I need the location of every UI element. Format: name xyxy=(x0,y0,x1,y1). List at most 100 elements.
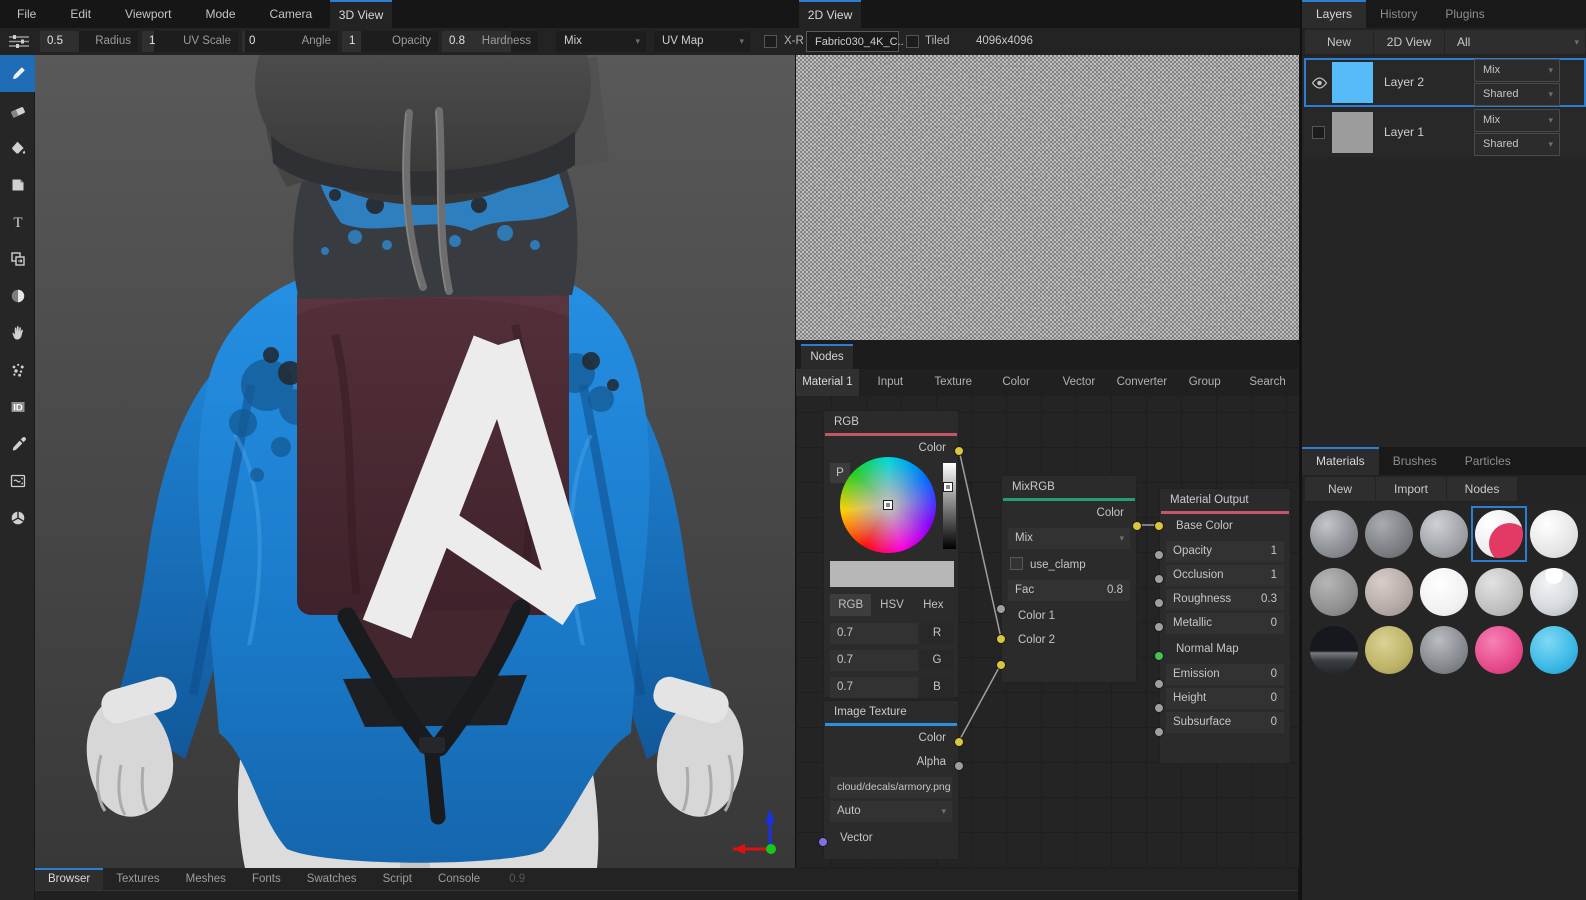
menu-edit[interactable]: Edit xyxy=(53,0,108,28)
tab-swatches[interactable]: Swatches xyxy=(294,868,370,890)
material-sphere-11[interactable] xyxy=(1308,624,1360,676)
output-opacity-socket[interactable] xyxy=(1154,550,1164,560)
picker-tool-button[interactable] xyxy=(0,425,35,462)
output-roughness-socket[interactable] xyxy=(1154,598,1164,608)
material-nodes-button[interactable]: Nodes xyxy=(1447,477,1517,501)
layer-row-2[interactable]: Layer 2 Mix▾ Shared▾ xyxy=(1304,58,1586,107)
channel-g-row[interactable]: 0.7G xyxy=(830,650,954,671)
radius-slider[interactable]: 0.5 Radius xyxy=(40,31,138,52)
node-mixrgb[interactable]: MixRGB Color Mix▾ use_clamp Fac0.8 Color… xyxy=(1001,475,1137,683)
tab-plugins[interactable]: Plugins xyxy=(1431,0,1498,28)
particle-tool-button[interactable] xyxy=(0,351,35,388)
channel-r-row[interactable]: 0.7R xyxy=(830,623,954,644)
material-sphere-13[interactable] xyxy=(1418,624,1470,676)
material-sphere-6[interactable] xyxy=(1308,566,1360,618)
node-material-output[interactable]: Material Output Base Color Opacity1 Occl… xyxy=(1159,488,1291,764)
uv-map-dropdown[interactable]: UV Map▾ xyxy=(654,31,750,52)
blend-mode-dropdown[interactable]: Mix▾ xyxy=(556,31,646,52)
node-cat-input[interactable]: Input xyxy=(859,369,922,396)
image-interpolation-dropdown[interactable]: Auto▾ xyxy=(830,801,952,822)
node-cat-material[interactable]: Material 1 xyxy=(796,369,859,396)
tiled-checkbox[interactable] xyxy=(906,35,919,48)
texture-name-field[interactable]: Fabric030_4K_C.. xyxy=(806,31,899,52)
node-cat-group[interactable]: Group xyxy=(1173,369,1236,396)
mode-hsv[interactable]: HSV xyxy=(871,594,912,616)
brush-tool-button[interactable] xyxy=(0,55,35,92)
eraser-tool-button[interactable] xyxy=(0,92,35,129)
mix-color-output-socket[interactable] xyxy=(1132,521,1142,531)
material-sphere-12[interactable] xyxy=(1363,624,1415,676)
tab-console[interactable]: Console xyxy=(425,868,493,890)
output-opacity-row[interactable]: Opacity1 xyxy=(1166,541,1284,562)
layer-1-name[interactable]: Layer 1 xyxy=(1384,108,1424,157)
mix-clamp-row[interactable]: use_clamp xyxy=(1002,553,1136,577)
menu-camera[interactable]: Camera xyxy=(253,0,330,28)
eye-icon[interactable] xyxy=(1311,77,1328,89)
gizmo-tool-button[interactable] xyxy=(0,499,35,536)
image-alpha-output-socket[interactable] xyxy=(954,761,964,771)
tab-brushes[interactable]: Brushes xyxy=(1379,447,1451,475)
mode-rgb[interactable]: RGB xyxy=(830,594,871,616)
tab-3d-view[interactable]: 3D View xyxy=(330,0,392,28)
viewport-2d[interactable] xyxy=(795,55,1298,340)
mix-fac-field[interactable]: Fac0.8 xyxy=(1008,580,1130,601)
layer-2-blend-dropdown[interactable]: Mix▾ xyxy=(1474,59,1560,82)
output-metallic-socket[interactable] xyxy=(1154,622,1164,632)
material-sphere-1[interactable] xyxy=(1308,508,1360,560)
mix-color2-input-socket[interactable] xyxy=(996,660,1006,670)
output-subsurface-row[interactable]: Subsurface0 xyxy=(1166,712,1284,733)
value-slider-marker[interactable] xyxy=(944,483,952,491)
tab-materials[interactable]: Materials xyxy=(1302,447,1379,475)
output-occlusion-socket[interactable] xyxy=(1154,574,1164,584)
tab-history[interactable]: History xyxy=(1366,0,1431,28)
node-image-texture[interactable]: Image Texture Color Alpha cloud/decals/a… xyxy=(823,700,959,860)
mix-blend-dropdown[interactable]: Mix▾ xyxy=(1008,528,1130,549)
material-sphere-4-selected[interactable] xyxy=(1473,508,1525,560)
hardness-slider[interactable]: 0.8 Hardness xyxy=(442,31,538,52)
material-sphere-7[interactable] xyxy=(1363,566,1415,618)
material-sphere-2[interactable] xyxy=(1363,508,1415,560)
tab-script[interactable]: Script xyxy=(370,868,425,890)
color-wheel[interactable] xyxy=(840,457,936,553)
xray-checkbox[interactable] xyxy=(764,35,777,48)
node-cat-search[interactable]: Search xyxy=(1236,369,1299,396)
import-material-button[interactable]: Import xyxy=(1376,477,1446,501)
colorid-tool-button[interactable]: ID xyxy=(0,388,35,425)
new-layer-button[interactable]: New xyxy=(1305,30,1373,54)
uv-scale-slider[interactable]: 1 UV Scale xyxy=(142,31,238,52)
layer-2-object-dropdown[interactable]: Shared▾ xyxy=(1474,83,1560,106)
layer-row-1[interactable]: Layer 1 Mix▾ Shared▾ xyxy=(1304,108,1586,157)
tab-meshes[interactable]: Meshes xyxy=(173,868,239,890)
output-basecolor-socket[interactable] xyxy=(1154,521,1164,531)
tab-fonts[interactable]: Fonts xyxy=(239,868,294,890)
rgb-color-output-socket[interactable] xyxy=(954,446,964,456)
material-sphere-15[interactable] xyxy=(1528,624,1580,676)
material-sphere-9[interactable] xyxy=(1473,566,1525,618)
angle-slider[interactable]: 0 Angle xyxy=(242,31,338,52)
channel-b-row[interactable]: 0.7B xyxy=(830,677,954,698)
new-material-button[interactable]: New xyxy=(1305,477,1375,501)
tab-browser[interactable]: Browser xyxy=(35,868,103,890)
output-occlusion-row[interactable]: Occlusion1 xyxy=(1166,565,1284,586)
toolbar-settings-icon[interactable] xyxy=(8,33,30,50)
layer-1-thumbnail[interactable] xyxy=(1332,112,1373,153)
node-cat-color[interactable]: Color xyxy=(985,369,1048,396)
tab-nodes[interactable]: Nodes xyxy=(801,344,853,369)
layer-filter-dropdown[interactable]: All▾ xyxy=(1445,30,1585,54)
material-sphere-14[interactable] xyxy=(1473,624,1525,676)
fill-tool-button[interactable] xyxy=(0,129,35,166)
material-sphere-8[interactable] xyxy=(1418,566,1470,618)
mode-hex[interactable]: Hex xyxy=(913,594,954,616)
decal-tool-button[interactable] xyxy=(0,166,35,203)
output-metallic-row[interactable]: Metallic0 xyxy=(1166,613,1284,634)
image-path-field[interactable]: cloud/decals/armory.png xyxy=(830,777,952,798)
tab-particles[interactable]: Particles xyxy=(1451,447,1525,475)
material-sphere-10[interactable] xyxy=(1528,566,1580,618)
menu-viewport[interactable]: Viewport xyxy=(108,0,188,28)
tab-layers[interactable]: Layers xyxy=(1302,0,1366,28)
output-normal-socket[interactable] xyxy=(1154,651,1164,661)
layer-1-blend-dropdown[interactable]: Mix▾ xyxy=(1474,109,1560,132)
clone-tool-button[interactable] xyxy=(0,240,35,277)
material-sphere-5[interactable] xyxy=(1528,508,1580,560)
text-tool-button[interactable]: T xyxy=(0,203,35,240)
